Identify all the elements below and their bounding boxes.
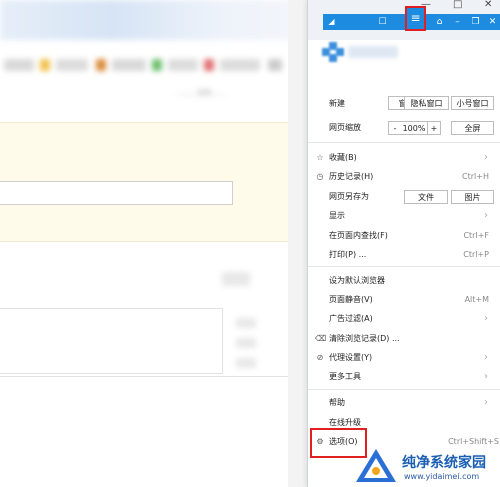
background-ghost <box>222 272 250 286</box>
avatar[interactable] <box>322 42 344 62</box>
menu-item-shortcut: Ctrl+Shift+S <box>448 437 499 446</box>
menu-header: — □ ✕ ◢ ☐ ≡ ⌂ – ❐ ✕ <box>308 0 500 62</box>
chevron-right-icon: › <box>484 397 488 408</box>
background-box <box>0 308 223 374</box>
menu-item-label: 打印(P) ... <box>329 250 367 259</box>
background-ghost <box>236 338 256 348</box>
menu-item-label: 清除浏览记录(D) ... <box>329 334 400 343</box>
watermark-logo-dot <box>372 467 380 475</box>
skin-icon[interactable]: ⌂ <box>433 16 446 28</box>
menu-item-more-tools[interactable]: 更多工具 › <box>308 367 500 386</box>
menu-item-shortcut: Ctrl+F <box>463 231 489 240</box>
background-ghost <box>236 318 256 328</box>
menu-item-label: 广告过滤(A) <box>329 314 373 323</box>
menu-item-label: 历史记录(H) <box>329 172 374 181</box>
menu-item-proxy[interactable]: ⊘ 代理设置(Y) › <box>308 348 500 367</box>
zoom-in-button[interactable]: + <box>427 121 441 135</box>
fullscreen-button[interactable]: 全屏 <box>451 121 494 135</box>
menu-item-label: 在页面内查找(F) <box>329 231 388 240</box>
menu-item-mute[interactable]: 页面静音(V) Alt+M <box>308 290 500 309</box>
divider <box>308 389 500 390</box>
watermark-logo <box>356 449 396 482</box>
menu-button[interactable]: ≡ <box>405 6 426 31</box>
menu-item-print[interactable]: 打印(P) ... Ctrl+P <box>308 245 500 264</box>
menu-item-label: 页面静音(V) <box>329 295 373 304</box>
tab-shape-icon: ◢ <box>328 17 335 26</box>
save-as-image-button[interactable]: 图片 <box>451 190 494 204</box>
chevron-right-icon: › <box>484 152 488 163</box>
new-small-window-button[interactable]: 小号窗口 <box>451 96 494 110</box>
close-button[interactable]: ✕ <box>484 0 492 10</box>
menu-item-clear-history[interactable]: ⌫ 清除浏览记录(D) ... <box>308 329 500 348</box>
eraser-icon: ⌫ <box>315 334 327 343</box>
save-as-file-button[interactable]: 文件 <box>404 190 448 204</box>
zoom-out-button[interactable]: - <box>388 121 402 135</box>
clock-icon: ◷ <box>316 172 324 181</box>
divider <box>308 266 500 267</box>
title-bar: ◢ ☐ ≡ ⌂ – ❐ ✕ <box>323 6 500 31</box>
menu-item-label: 显示 <box>329 211 345 220</box>
window-minimize-icon[interactable]: – <box>451 16 464 28</box>
menu-item-favorites[interactable]: ☆ 收藏(B) › <box>308 148 500 167</box>
menu-item-label: 代理设置(Y) <box>329 353 373 362</box>
background-scroll-area <box>288 0 308 487</box>
background-header <box>0 0 320 40</box>
proxy-icon: ⊘ <box>316 353 324 362</box>
menu-item-help[interactable]: 帮助 › <box>308 393 500 412</box>
chevron-right-icon: › <box>484 352 488 363</box>
menu-item-label: 收藏(B) <box>329 153 357 162</box>
new-label: 新建 <box>329 99 345 108</box>
main-menu-panel: — □ ✕ ◢ ☐ ≡ ⌂ – ❐ ✕ 新建 窗 口 隐私窗口 小号窗口 网页缩… <box>307 0 500 487</box>
background-blurred-text: ……，文丹…… <box>176 89 225 97</box>
chevron-right-icon: › <box>484 313 488 324</box>
menu-item-shortcut: Ctrl+P <box>463 250 489 259</box>
divider <box>308 142 500 143</box>
watermark-title: 纯净系统家园 <box>402 455 486 471</box>
new-private-window-button[interactable]: 隐私窗口 <box>404 96 449 110</box>
chevron-right-icon: › <box>484 371 488 382</box>
menu-item-label: 更多工具 <box>329 372 361 381</box>
menu-item-find[interactable]: 在页面内查找(F) Ctrl+F <box>308 226 500 245</box>
feedback-icon[interactable]: ☐ <box>376 16 389 28</box>
menu-item-label: 帮助 <box>329 398 345 407</box>
window-restore-icon[interactable]: ❐ <box>469 16 482 28</box>
zoom-value: 100% <box>401 121 427 135</box>
account-name <box>348 46 398 58</box>
watermark-url: www.yidaimei.com <box>404 472 480 481</box>
menu-item-history[interactable]: ◷ 历史记录(H) Ctrl+H <box>308 167 500 186</box>
background-bookmarks-strip <box>0 55 290 77</box>
background-ghost <box>236 358 256 368</box>
maximize-button[interactable]: □ <box>453 0 462 10</box>
window-close-icon[interactable]: ✕ <box>486 16 499 28</box>
chevron-right-icon: › <box>484 210 488 221</box>
menu-item-default-browser[interactable]: 设为默认浏览器 <box>308 271 500 290</box>
background-content <box>0 376 290 487</box>
menu-item-label: 网页另存为 <box>329 192 369 201</box>
menu-item-display[interactable]: 显示 › <box>308 206 500 225</box>
star-icon: ☆ <box>316 153 324 162</box>
background-input <box>0 181 233 205</box>
menu-item-shortcut: Ctrl+H <box>462 172 489 181</box>
zoom-label: 网页缩放 <box>329 123 361 132</box>
menu-item-label: 设为默认浏览器 <box>329 276 385 285</box>
menu-item-ad-filter[interactable]: 广告过滤(A) › <box>308 309 500 328</box>
menu-item-shortcut: Alt+M <box>464 295 489 304</box>
